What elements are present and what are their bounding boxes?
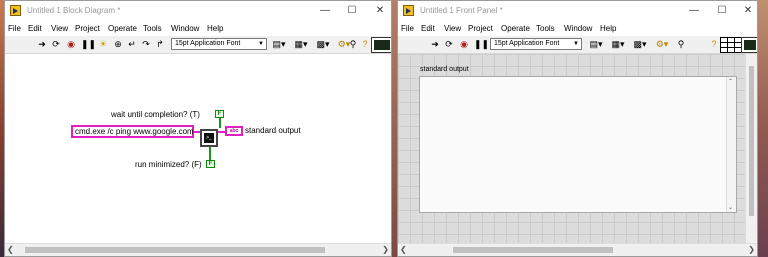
font-select[interactable]: 15pt Application Font ▼ bbox=[171, 38, 267, 50]
labview-icon bbox=[403, 5, 414, 16]
horizontal-scrollbar[interactable]: ❮ ❯ bbox=[398, 243, 757, 256]
close-button[interactable]: ✕ bbox=[738, 4, 757, 18]
standard-output-string-indicator[interactable]: ⌃ ⌄ bbox=[419, 76, 737, 213]
minimized-boolean-constant[interactable]: F bbox=[206, 160, 215, 168]
scroll-thumb[interactable] bbox=[749, 66, 754, 216]
vi-icon-graphic bbox=[374, 40, 390, 50]
close-button[interactable]: ✕ bbox=[370, 4, 390, 18]
wire bbox=[218, 131, 225, 133]
vi-icon[interactable] bbox=[371, 37, 391, 53]
standard-output-indicator[interactable]: abc bbox=[225, 126, 243, 136]
pause-icon[interactable]: ❚❚ bbox=[474, 38, 489, 50]
desktop-right bbox=[758, 0, 768, 257]
font-select-value: 15pt Application Font bbox=[494, 40, 560, 47]
menu-tools[interactable]: Tools bbox=[143, 24, 162, 33]
step-into-icon[interactable]: ↵ bbox=[127, 38, 137, 50]
front-panel-canvas[interactable]: standard output ⌃ ⌄ bbox=[398, 54, 746, 244]
scroll-down-icon[interactable]: ⌄ bbox=[728, 204, 733, 211]
horizontal-scrollbar[interactable]: ❮ ❯ bbox=[5, 243, 391, 256]
menu-help[interactable]: Help bbox=[600, 24, 616, 33]
window-title: Untitled 1 Front Panel * bbox=[420, 6, 503, 15]
menu-edit[interactable]: Edit bbox=[28, 24, 42, 33]
menu-view[interactable]: View bbox=[51, 24, 68, 33]
font-select[interactable]: 15pt Application Font ▼ bbox=[490, 38, 582, 50]
menu-help[interactable]: Help bbox=[207, 24, 223, 33]
help-icon[interactable]: ? bbox=[709, 38, 719, 50]
chevron-down-icon: ▼ bbox=[258, 41, 264, 47]
abort-icon[interactable]: ◉ bbox=[66, 38, 76, 50]
run-minimized-label: run minimized? (F) bbox=[135, 160, 202, 169]
scroll-thumb[interactable] bbox=[25, 247, 325, 253]
menu-bar: File Edit View Project Operate Tools Win… bbox=[398, 21, 757, 36]
menu-window[interactable]: Window bbox=[564, 24, 592, 33]
block-diagram-window: Untitled 1 Block Diagram * — ☐ ✕ File Ed… bbox=[4, 0, 392, 257]
wire bbox=[219, 118, 221, 128]
connector-pane[interactable] bbox=[720, 37, 742, 53]
reorder-icon[interactable]: ▩▾ bbox=[315, 38, 331, 50]
search-icon[interactable]: ⚲ bbox=[675, 38, 687, 50]
standard-output-label: standard output bbox=[420, 66, 469, 73]
front-panel-window: Untitled 1 Front Panel * — ☐ ✕ File Edit… bbox=[397, 0, 758, 257]
title-bar: Untitled 1 Front Panel * — ☐ ✕ bbox=[398, 1, 757, 21]
minimize-button[interactable]: — bbox=[315, 4, 335, 18]
chevron-down-icon: ▼ bbox=[573, 41, 579, 47]
block-diagram-canvas[interactable]: wait until completion? (T) F cmd.exe /c … bbox=[5, 54, 391, 244]
labview-icon bbox=[10, 5, 21, 16]
reorder-icon[interactable]: ⚙▾ bbox=[654, 38, 670, 50]
menu-view[interactable]: View bbox=[444, 24, 461, 33]
vi-icon-graphic bbox=[744, 40, 756, 50]
help-icon[interactable]: ? bbox=[360, 38, 370, 50]
resize-objects-icon[interactable]: ▩▾ bbox=[632, 38, 648, 50]
terminal-icon: >_ bbox=[204, 133, 214, 143]
window-title: Untitled 1 Block Diagram * bbox=[27, 6, 121, 15]
retain-wire-values-icon[interactable]: ⊕ bbox=[113, 38, 123, 50]
standard-output-label: standard output bbox=[245, 126, 301, 135]
step-out-icon[interactable]: ↱ bbox=[155, 38, 165, 50]
scroll-left-icon[interactable]: ❮ bbox=[400, 245, 407, 254]
system-exec-node[interactable]: >_ bbox=[200, 129, 218, 147]
maximize-button[interactable]: ☐ bbox=[342, 4, 362, 18]
scroll-thumb[interactable] bbox=[453, 247, 613, 253]
align-objects-icon[interactable]: ▤▾ bbox=[271, 38, 287, 50]
menu-project[interactable]: Project bbox=[468, 24, 493, 33]
menu-tools[interactable]: Tools bbox=[536, 24, 555, 33]
toolbar: ➜ ⟳ ◉ ❚❚ 15pt Application Font ▼ ▤▾ ▦▾ ▩… bbox=[398, 36, 757, 54]
menu-file[interactable]: File bbox=[8, 24, 21, 33]
menu-project[interactable]: Project bbox=[75, 24, 100, 33]
vertical-scrollbar[interactable] bbox=[745, 54, 757, 244]
menu-operate[interactable]: Operate bbox=[108, 24, 137, 33]
scroll-right-icon[interactable]: ❯ bbox=[748, 245, 755, 254]
scroll-right-icon[interactable]: ❯ bbox=[382, 245, 389, 254]
wire bbox=[209, 147, 211, 160]
distribute-objects-icon[interactable]: ▦▾ bbox=[610, 38, 626, 50]
step-over-icon[interactable]: ↷ bbox=[141, 38, 151, 50]
menu-edit[interactable]: Edit bbox=[421, 24, 435, 33]
menu-bar: File Edit View Project Operate Tools Win… bbox=[5, 21, 391, 36]
maximize-button[interactable]: ☐ bbox=[712, 4, 732, 18]
align-objects-icon[interactable]: ▤▾ bbox=[588, 38, 604, 50]
abort-icon[interactable]: ◉ bbox=[459, 38, 469, 50]
menu-operate[interactable]: Operate bbox=[501, 24, 530, 33]
title-bar: Untitled 1 Block Diagram * — ☐ ✕ bbox=[5, 1, 391, 21]
run-continuous-icon[interactable]: ⟳ bbox=[444, 38, 454, 50]
pause-icon[interactable]: ❚❚ bbox=[81, 38, 96, 50]
wait-boolean-constant[interactable]: F bbox=[215, 110, 224, 118]
distribute-objects-icon[interactable]: ▦▾ bbox=[293, 38, 309, 50]
toolbar: ➜ ⟳ ◉ ❚❚ ☀ ⊕ ↵ ↷ ↱ 15pt Application Font… bbox=[5, 36, 391, 54]
highlight-execution-icon[interactable]: ☀ bbox=[98, 38, 108, 50]
vi-icon[interactable] bbox=[741, 37, 757, 53]
run-arrow-icon[interactable]: ➜ bbox=[430, 38, 440, 50]
search-icon[interactable]: ⚲ bbox=[347, 38, 359, 50]
menu-file[interactable]: File bbox=[401, 24, 414, 33]
textbox-scrollbar[interactable]: ⌃ ⌄ bbox=[726, 77, 736, 212]
wait-until-completion-label: wait until completion? (T) bbox=[111, 110, 200, 119]
minimize-button[interactable]: — bbox=[684, 4, 704, 18]
scroll-up-icon[interactable]: ⌃ bbox=[728, 78, 733, 85]
menu-window[interactable]: Window bbox=[171, 24, 199, 33]
run-continuous-icon[interactable]: ⟳ bbox=[51, 38, 61, 50]
scroll-left-icon[interactable]: ❮ bbox=[7, 245, 14, 254]
run-arrow-icon[interactable]: ➜ bbox=[37, 38, 47, 50]
command-string-constant[interactable]: cmd.exe /c ping www.google.com bbox=[71, 125, 194, 138]
font-select-value: 15pt Application Font bbox=[175, 40, 241, 47]
